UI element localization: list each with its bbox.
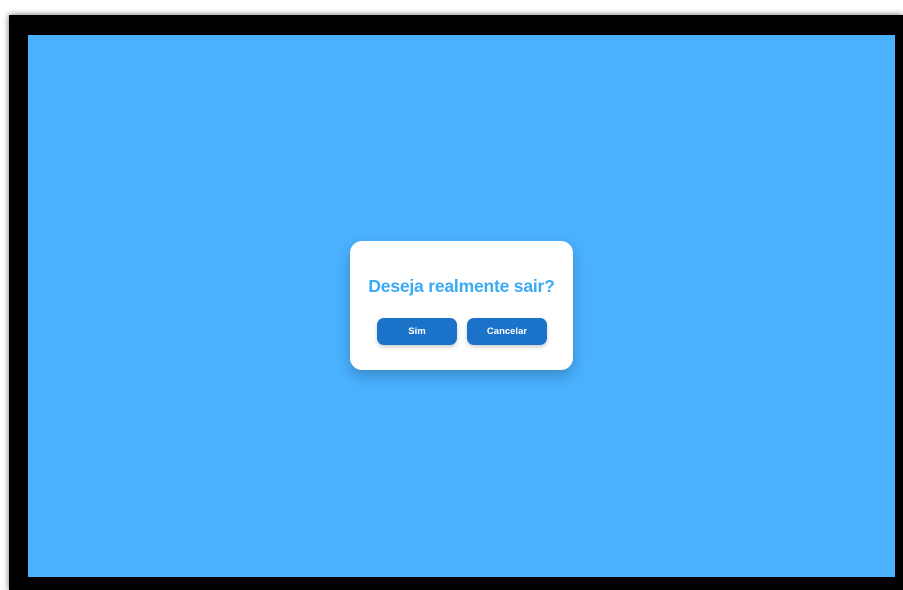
app-background: Deseja realmente sair? Sim Cancelar bbox=[28, 35, 895, 577]
exit-confirm-dialog: Deseja realmente sair? Sim Cancelar bbox=[350, 241, 573, 370]
confirm-button[interactable]: Sim bbox=[377, 318, 457, 345]
cancel-button[interactable]: Cancelar bbox=[467, 318, 547, 345]
dialog-title: Deseja realmente sair? bbox=[368, 276, 555, 296]
dialog-actions: Sim Cancelar bbox=[377, 318, 547, 345]
